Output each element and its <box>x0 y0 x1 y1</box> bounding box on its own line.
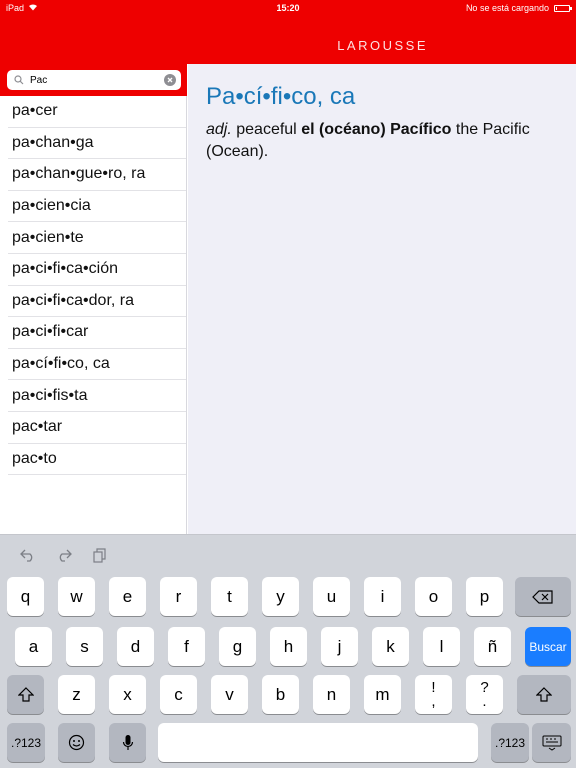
gloss-text: peaceful <box>231 121 302 138</box>
list-item[interactable]: pa•ci•fis•ta <box>8 380 186 412</box>
key-l[interactable]: l <box>423 627 460 666</box>
key-c[interactable]: c <box>160 675 197 714</box>
list-item[interactable]: pa•ci•fi•ca•ción <box>8 254 186 286</box>
list-item[interactable]: pa•cien•te <box>8 222 186 254</box>
search-bar <box>0 64 187 96</box>
key-v[interactable]: v <box>211 675 248 714</box>
search-icon <box>12 73 26 87</box>
key-w[interactable]: w <box>58 577 95 616</box>
key-q[interactable]: q <box>7 577 44 616</box>
keyboard-toolbar <box>18 545 110 565</box>
key-b[interactable]: b <box>262 675 299 714</box>
shift-left-button[interactable] <box>7 675 44 714</box>
key-h[interactable]: h <box>270 627 307 666</box>
numbers-key-left[interactable]: .?123 <box>7 723 45 762</box>
paste-icon[interactable] <box>90 545 110 565</box>
nav-bar: LAROUSSE <box>0 16 576 64</box>
list-item[interactable]: pac•to <box>8 444 186 476</box>
key-d[interactable]: d <box>117 627 154 666</box>
key-k[interactable]: k <box>372 627 409 666</box>
keyboard-hide-icon <box>542 735 561 751</box>
key-g[interactable]: g <box>219 627 256 666</box>
emoji-button[interactable] <box>58 723 95 762</box>
key-n-tilde[interactable]: ñ <box>474 627 511 666</box>
key-p[interactable]: p <box>466 577 503 616</box>
key-u[interactable]: u <box>313 577 350 616</box>
status-right: No se está cargando <box>465 3 572 13</box>
on-screen-keyboard: q w e r t y u i o p a s d f g h j k l ñ … <box>0 534 576 768</box>
status-bar: iPad 15:20 No se está cargando <box>0 0 576 16</box>
key-x[interactable]: x <box>109 675 146 714</box>
word-list: pa•cer pa•chan•ga pa•chan•gue•ro, ra pa•… <box>0 96 186 476</box>
key-question-period[interactable]: ?. <box>466 675 503 714</box>
list-item[interactable]: pa•ci•fi•car <box>8 317 186 349</box>
key-z[interactable]: z <box>58 675 95 714</box>
key-n[interactable]: n <box>313 675 350 714</box>
backspace-icon <box>532 589 553 604</box>
spanish-phrase: el (océano) Pacífico <box>301 121 452 138</box>
list-item[interactable]: pa•ci•fi•ca•dor, ra <box>8 286 186 318</box>
backspace-button[interactable] <box>515 577 571 616</box>
microphone-icon <box>122 734 133 750</box>
key-a[interactable]: a <box>15 627 52 666</box>
list-item[interactable]: pa•cer <box>8 96 186 128</box>
emoji-icon <box>68 734 85 751</box>
clear-search-button[interactable] <box>164 74 176 86</box>
entry-detail: Pa•cí•fi•co, ca adj. peaceful el (océano… <box>188 64 576 534</box>
battery-icon <box>554 4 572 12</box>
key-f[interactable]: f <box>168 627 205 666</box>
key-bottom-char: . <box>482 692 487 710</box>
hide-keyboard-button[interactable] <box>532 723 571 762</box>
key-i[interactable]: i <box>364 577 401 616</box>
search-input[interactable] <box>30 74 150 86</box>
key-j[interactable]: j <box>321 627 358 666</box>
entry-headword: Pa•cí•fi•co, ca <box>206 83 356 110</box>
undo-icon[interactable] <box>18 545 38 565</box>
entry-definition: adj. peaceful el (océano) Pacífico the P… <box>206 119 551 163</box>
redo-icon[interactable] <box>54 545 74 565</box>
part-of-speech: adj. <box>206 121 232 138</box>
charging-status: No se está cargando <box>465 3 549 13</box>
shift-icon <box>536 687 552 702</box>
list-item[interactable]: pa•chan•ga <box>8 128 186 160</box>
brand-logo: LAROUSSE <box>337 38 428 53</box>
list-item[interactable]: pac•tar <box>8 412 186 444</box>
numbers-key-right[interactable]: .?123 <box>491 723 529 762</box>
key-m[interactable]: m <box>364 675 401 714</box>
space-bar[interactable] <box>158 723 478 762</box>
list-item[interactable]: pa•chan•gue•ro, ra <box>8 159 186 191</box>
shift-icon <box>17 687 34 702</box>
word-sidebar: pa•cer pa•chan•ga pa•chan•gue•ro, ra pa•… <box>0 64 187 534</box>
key-exclaim-comma[interactable]: !, <box>415 675 452 714</box>
key-e[interactable]: e <box>109 577 146 616</box>
clear-icon <box>167 77 173 83</box>
search-field[interactable] <box>7 70 181 90</box>
dictation-button[interactable] <box>109 723 146 762</box>
key-o[interactable]: o <box>415 577 452 616</box>
key-t[interactable]: t <box>211 577 248 616</box>
key-y[interactable]: y <box>262 577 299 616</box>
key-s[interactable]: s <box>66 627 103 666</box>
list-item[interactable]: pa•cien•cia <box>8 191 186 223</box>
search-key[interactable]: Buscar <box>525 627 571 666</box>
shift-right-button[interactable] <box>517 675 571 714</box>
list-item[interactable]: pa•cí•fi•co, ca <box>8 349 186 381</box>
key-r[interactable]: r <box>160 577 197 616</box>
key-bottom-char: , <box>431 692 436 710</box>
